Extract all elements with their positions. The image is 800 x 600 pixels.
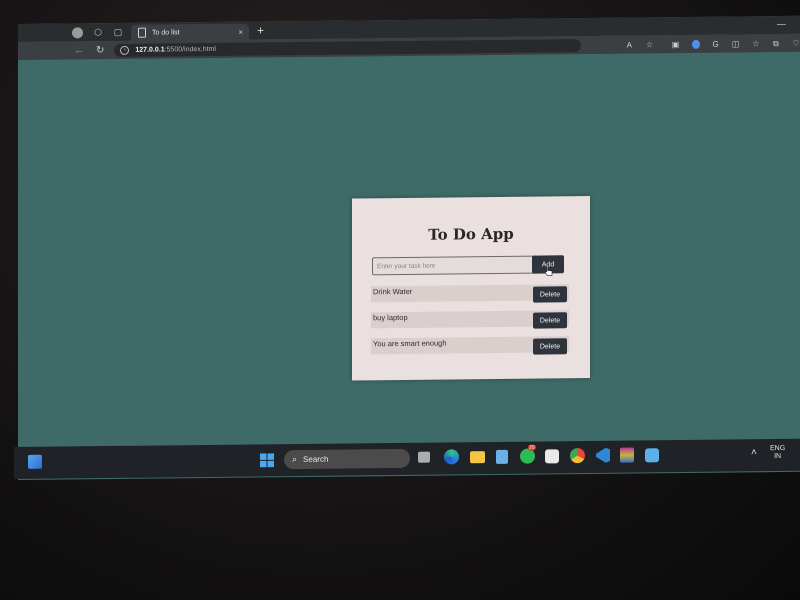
new-tab-button[interactable]: + bbox=[257, 23, 264, 37]
delete-button[interactable]: Delete bbox=[533, 338, 567, 355]
back-icon[interactable]: ← bbox=[74, 45, 84, 56]
vscode-icon[interactable] bbox=[596, 448, 610, 463]
winrar-icon[interactable] bbox=[620, 447, 634, 463]
mouse-pointer-icon bbox=[545, 266, 553, 276]
store-icon[interactable] bbox=[545, 449, 559, 464]
task-view-icon[interactable] bbox=[418, 451, 430, 463]
search-label: Search bbox=[303, 454, 329, 464]
minimize-button[interactable]: — bbox=[777, 19, 786, 29]
delete-button[interactable]: Delete bbox=[533, 312, 567, 329]
close-tab-icon[interactable]: × bbox=[238, 27, 243, 36]
tab-to-do-list[interactable]: To do list × bbox=[131, 23, 249, 41]
task-text: buy laptop bbox=[373, 312, 408, 323]
delete-button[interactable]: Delete bbox=[533, 286, 567, 303]
tab-title: To do list bbox=[152, 28, 180, 37]
start-icon[interactable] bbox=[260, 453, 274, 468]
tab-actions-icon[interactable]: ▢ bbox=[113, 27, 123, 37]
whatsapp-icon[interactable]: 20 bbox=[520, 444, 536, 464]
taskbar-search[interactable]: ⌕ Search bbox=[284, 448, 410, 470]
extension-blue-icon[interactable] bbox=[691, 39, 700, 49]
site-info-icon[interactable]: i bbox=[120, 45, 130, 55]
url-path: :5500/index.html bbox=[164, 45, 216, 53]
read-aloud-icon[interactable]: A bbox=[625, 40, 633, 49]
task-text: You are smart enough bbox=[373, 338, 447, 349]
chevron-up-icon[interactable]: ˄ bbox=[751, 447, 757, 458]
file-explorer-icon[interactable] bbox=[470, 451, 485, 464]
task-row: Drink Water Delete bbox=[371, 284, 569, 303]
browser-essentials-icon[interactable]: ♡ bbox=[792, 38, 800, 47]
task-input[interactable] bbox=[372, 255, 537, 276]
edge-browser-icon[interactable] bbox=[444, 449, 459, 465]
url-field[interactable]: i 127.0.0.1:5500/index.html bbox=[114, 38, 582, 57]
workspaces-icon[interactable]: ⬡ bbox=[93, 27, 103, 37]
language-indicator[interactable]: ENG IN bbox=[770, 445, 785, 461]
todo-app-card: To Do App Add Drink Water Delete buy lap… bbox=[352, 196, 590, 381]
task-row: You are smart enough Delete bbox=[371, 336, 569, 355]
language-code: ENG bbox=[770, 444, 786, 453]
task-text: Drink Water bbox=[373, 286, 413, 297]
split-screen-icon[interactable]: ◫ bbox=[732, 39, 740, 48]
photos-icon[interactable] bbox=[645, 448, 659, 463]
extension-g-icon[interactable]: G bbox=[712, 39, 720, 48]
widgets-icon[interactable] bbox=[28, 454, 42, 469]
collections-icon[interactable]: ⧉ bbox=[772, 39, 780, 48]
region-code: IN bbox=[774, 452, 782, 461]
app-title: To Do App bbox=[428, 224, 514, 244]
extension-icon[interactable]: ▣ bbox=[671, 40, 680, 49]
profile-avatar[interactable] bbox=[72, 26, 83, 38]
task-row: buy laptop Delete bbox=[371, 310, 569, 329]
screen: ⬡ ▢ To do list × + — ← ↻ i 127.0.0.1:550… bbox=[18, 15, 800, 481]
notepad-icon[interactable] bbox=[496, 449, 508, 464]
favorite-star-icon[interactable]: ☆ bbox=[645, 40, 653, 49]
chrome-icon[interactable] bbox=[570, 448, 585, 464]
notification-badge: 20 bbox=[528, 444, 536, 451]
search-icon: ⌕ bbox=[292, 454, 298, 465]
favorites-icon[interactable]: ☆ bbox=[752, 39, 760, 48]
refresh-icon[interactable]: ↻ bbox=[96, 45, 104, 56]
page-icon bbox=[138, 27, 146, 38]
url-host: 127.0.0.1 bbox=[135, 45, 165, 54]
